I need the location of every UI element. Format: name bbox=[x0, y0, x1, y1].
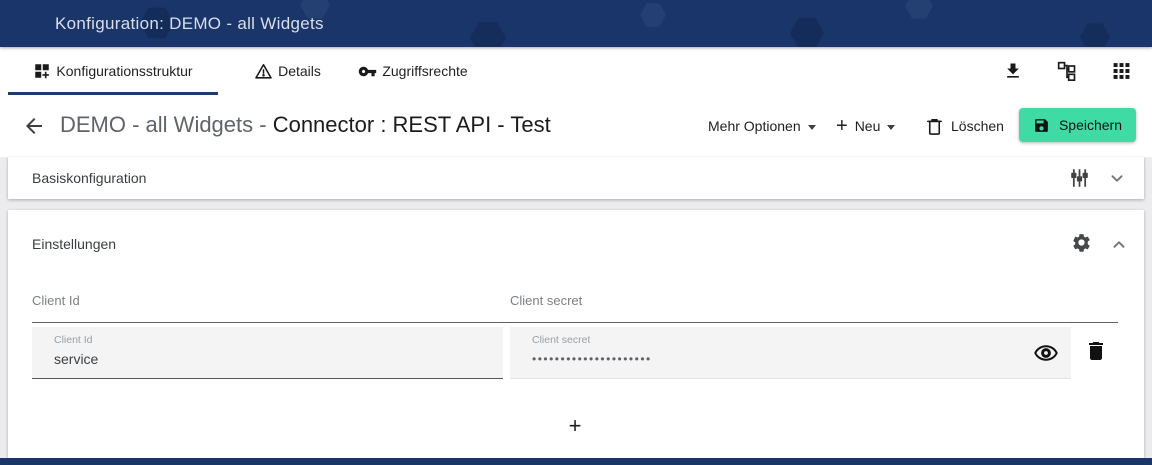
schema-icon bbox=[1057, 61, 1077, 81]
client-id-floating-label: Client Id bbox=[54, 334, 93, 346]
client-secret-floating-label: Client secret bbox=[532, 334, 590, 346]
hexagon-pattern bbox=[1080, 22, 1110, 47]
back-button[interactable] bbox=[22, 114, 46, 138]
chevron-down-icon bbox=[1106, 167, 1128, 189]
expand-section-button[interactable] bbox=[1106, 167, 1128, 189]
new-label: Neu bbox=[855, 118, 881, 134]
client-secret-masked-value: ••••••••••••••••••••• bbox=[532, 352, 652, 366]
delete-row-button[interactable] bbox=[1084, 339, 1108, 363]
column-header-client-id: Client Id bbox=[32, 293, 80, 308]
entity-toolbar: DEMO - all Widgets - Connector : REST AP… bbox=[0, 95, 1152, 157]
delete-label: Löschen bbox=[951, 118, 1004, 134]
hexagon-pattern bbox=[470, 20, 506, 47]
column-header-client-secret: Client secret bbox=[510, 293, 582, 308]
tune-icon bbox=[1069, 168, 1090, 189]
tab-label: Details bbox=[278, 63, 321, 79]
tab-konfigurationsstruktur[interactable]: Konfigurationsstruktur bbox=[8, 47, 218, 95]
filter-button[interactable] bbox=[1069, 168, 1090, 189]
arrow-left-icon bbox=[22, 114, 46, 138]
tab-label: Zugriffsrechte bbox=[382, 63, 467, 79]
settings-button[interactable] bbox=[1071, 232, 1092, 253]
more-options-label: Mehr Optionen bbox=[708, 118, 801, 134]
top-app-bar: Konfiguration: DEMO - all Widgets 1 i bbox=[0, 0, 1152, 47]
tab-details[interactable]: Details bbox=[240, 47, 335, 95]
section-einstellungen: Einstellungen Client Id Client secret Cl… bbox=[8, 210, 1144, 458]
tab-bar: Konfigurationsstruktur Details Zugriffsr… bbox=[0, 47, 1152, 95]
client-id-value: service bbox=[54, 351, 98, 367]
dashboard-customize-icon bbox=[33, 62, 51, 80]
save-button[interactable]: Speichern bbox=[1019, 108, 1136, 142]
download-icon bbox=[1003, 61, 1023, 81]
hexagon-pattern bbox=[640, 2, 666, 28]
app-window: Konfiguration: DEMO - all Widgets 1 i bbox=[0, 0, 1152, 465]
footer-bar bbox=[0, 458, 1152, 465]
schema-button[interactable] bbox=[1057, 61, 1077, 81]
save-icon bbox=[1033, 117, 1050, 134]
toggle-visibility-button[interactable] bbox=[1034, 341, 1058, 365]
collapse-section-button[interactable] bbox=[1108, 234, 1130, 256]
hexagon-pattern bbox=[790, 16, 824, 47]
warning-triangle-icon bbox=[254, 62, 273, 81]
tab-zugriffsrechte[interactable]: Zugriffsrechte bbox=[343, 47, 483, 95]
save-label: Speichern bbox=[1059, 117, 1122, 133]
section-basiskonfiguration: Basiskonfiguration bbox=[8, 157, 1144, 199]
download-button[interactable] bbox=[1003, 61, 1023, 81]
trash-outline-icon bbox=[925, 116, 944, 137]
chevron-down-icon bbox=[808, 125, 816, 130]
trash-icon bbox=[1084, 339, 1108, 363]
breadcrumb: DEMO - all Widgets - Connector : REST AP… bbox=[60, 112, 551, 138]
client-id-field[interactable]: Client Id service bbox=[32, 327, 503, 379]
gear-icon bbox=[1071, 232, 1092, 253]
section-title: Einstellungen bbox=[32, 236, 116, 252]
apps-grid-button[interactable] bbox=[1112, 62, 1131, 81]
more-options-button[interactable]: Mehr Optionen bbox=[708, 95, 816, 157]
client-secret-field[interactable]: Client secret ••••••••••••••••••••• bbox=[510, 327, 1071, 379]
chevron-up-icon bbox=[1108, 234, 1130, 256]
page-title: Konfiguration: DEMO - all Widgets bbox=[55, 14, 324, 34]
key-icon bbox=[358, 62, 377, 81]
hexagon-pattern bbox=[905, 0, 933, 20]
apps-grid-icon bbox=[1112, 62, 1131, 81]
table-header-divider bbox=[32, 322, 1118, 323]
tab-label: Konfigurationsstruktur bbox=[56, 63, 192, 79]
plus-icon: + bbox=[836, 116, 848, 136]
section-title: Basiskonfiguration bbox=[32, 170, 146, 186]
chevron-down-icon bbox=[887, 125, 895, 130]
breadcrumb-current: Connector : REST API - Test bbox=[273, 112, 551, 137]
breadcrumb-prefix: DEMO - all Widgets - bbox=[60, 112, 273, 137]
add-row-button[interactable]: + bbox=[32, 406, 1118, 446]
delete-button[interactable]: Löschen bbox=[925, 95, 1004, 157]
eye-icon bbox=[1034, 341, 1058, 365]
new-button[interactable]: + Neu bbox=[836, 95, 895, 157]
